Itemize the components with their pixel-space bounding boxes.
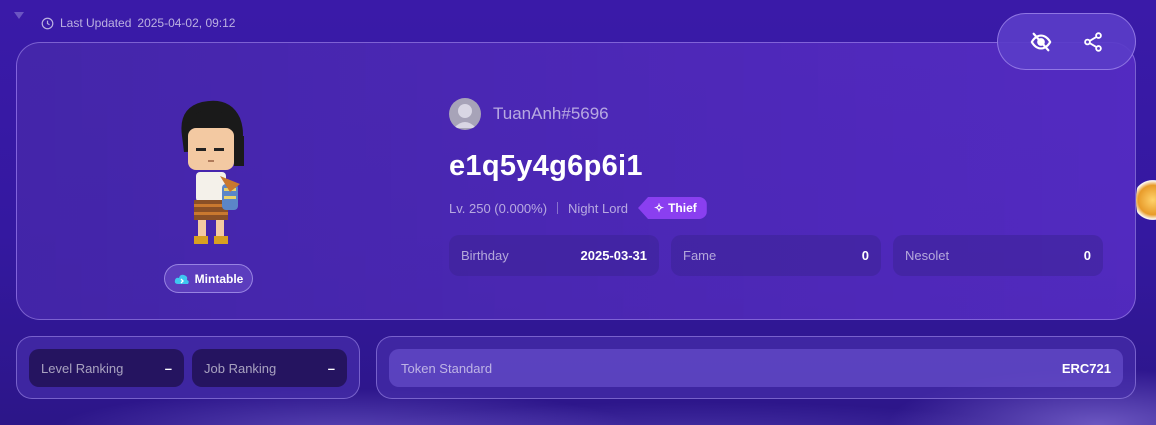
token-value: ERC721: [1061, 360, 1111, 376]
job-ranking: Job Ranking –: [192, 349, 347, 387]
last-updated: Last Updated 2025-04-02, 09:12: [41, 16, 235, 30]
level-ranking: Level Ranking –: [29, 349, 184, 387]
character-sprite: [160, 88, 260, 258]
ranking-value: –: [164, 360, 172, 376]
user-avatar[interactable]: [449, 98, 481, 130]
mintable-label: Mintable: [194, 271, 244, 286]
stat-label: Birthday: [461, 248, 509, 263]
corner-marker: [14, 12, 24, 19]
sparkle-icon: ✧: [654, 201, 665, 215]
stat-nesolet: Nesolet 0: [893, 235, 1103, 276]
stat-value: 0: [861, 248, 869, 263]
stat-label: Nesolet: [905, 248, 950, 263]
clock-icon: [41, 17, 54, 29]
job-class-label: Thief: [668, 201, 697, 215]
last-updated-value: 2025-04-02, 09:12: [137, 16, 236, 30]
character-sprite-image: [181, 100, 244, 244]
stat-birthday: Birthday 2025-03-31: [449, 235, 659, 276]
ranking-label: Job Ranking: [204, 360, 277, 376]
owner-name[interactable]: TuanAnh#5696: [493, 104, 609, 124]
ranking-card: Level Ranking – Job Ranking –: [16, 336, 360, 399]
last-updated-label: Last Updated: [60, 16, 132, 30]
edge-decoration: [1136, 172, 1156, 228]
share-icon: [1083, 31, 1102, 52]
character-name: e1q5y4g6p6i1: [449, 150, 643, 182]
cloud-icon: [174, 274, 189, 284]
eye-off-icon: [1030, 32, 1051, 51]
user-silhouette-icon: [454, 104, 476, 128]
action-pill: [997, 13, 1136, 70]
stat-value: 2025-03-31: [580, 248, 648, 263]
token-standard-row: Token Standard ERC721: [389, 349, 1123, 387]
hide-button[interactable]: [1029, 30, 1053, 54]
stat-fame: Fame 0: [671, 235, 881, 276]
stat-label: Fame: [683, 248, 717, 263]
mintable-badge[interactable]: Mintable: [164, 264, 253, 293]
ranking-value: –: [327, 360, 335, 376]
owner-row: TuanAnh#5696: [449, 98, 609, 130]
stat-value: 0: [1083, 248, 1091, 263]
character-meta: Lv. 250 (0.000%) Night Lord ✧ Thief: [449, 197, 707, 219]
job-class-badge: ✧ Thief: [638, 197, 707, 219]
share-button[interactable]: [1081, 30, 1105, 54]
ranking-label: Level Ranking: [41, 360, 124, 376]
token-label: Token Standard: [401, 360, 493, 376]
character-job-name: Night Lord: [568, 200, 629, 216]
character-level: Lv. 250 (0.000%): [449, 200, 548, 216]
token-card: Token Standard ERC721: [376, 336, 1136, 399]
meta-divider: [557, 202, 559, 214]
